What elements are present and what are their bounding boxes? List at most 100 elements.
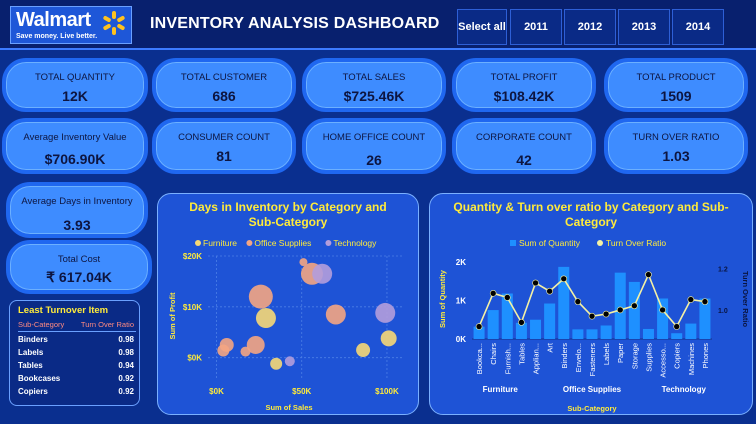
- row-ratio: 0.92: [118, 374, 134, 383]
- combo-x-tick-label: Furnish...: [503, 343, 512, 374]
- table-row: Copiers 0.92: [18, 387, 136, 396]
- combo-line-point[interactable]: [574, 298, 582, 305]
- combo-line-point[interactable]: [687, 296, 695, 303]
- combo-x-tick-label: Supplies: [644, 343, 653, 372]
- scatter-point[interactable]: [248, 284, 273, 309]
- combo-line-point[interactable]: [645, 271, 652, 278]
- kpi-turn-over-ratio: TURN OVER RATIO 1.03: [604, 118, 748, 174]
- combo-bar[interactable]: [530, 319, 542, 339]
- scatter-point[interactable]: [312, 263, 333, 284]
- scatter-chart: Furniture Office Supplies Technology Sum o…: [168, 238, 404, 412]
- combo-x-tick-label: Art: [546, 342, 555, 353]
- combo-bar[interactable]: [642, 328, 654, 339]
- filter-select-all-button[interactable]: Select all: [457, 9, 507, 45]
- brand-name: Walmart: [16, 9, 91, 31]
- legend-label: Turn Over Ratio: [606, 238, 666, 248]
- kpi-value: 42: [516, 152, 532, 168]
- combo-line-point[interactable]: [673, 323, 681, 330]
- scatter-x-tick-label: $50K: [292, 387, 311, 396]
- scatter-point[interactable]: [217, 344, 230, 357]
- combo-bar[interactable]: [657, 298, 669, 340]
- combo-bar[interactable]: [572, 329, 584, 339]
- combo-x-tick-label: Bookca...: [475, 343, 484, 374]
- scatter-point[interactable]: [255, 308, 276, 329]
- row-ratio: 0.98: [118, 335, 134, 344]
- combo-line-point[interactable]: [560, 275, 568, 283]
- combo-y-tick-label: 1K: [456, 296, 466, 305]
- combo-bar[interactable]: [600, 325, 612, 340]
- brand-tagline: Save money. Live better.: [16, 33, 98, 40]
- combo-y2-tick-label: 1.2: [718, 266, 728, 273]
- row-subcategory: Copiers: [18, 387, 48, 396]
- combo-line-point[interactable]: [503, 294, 511, 301]
- scatter-point[interactable]: [299, 258, 308, 267]
- legend-label: Technology: [333, 238, 377, 248]
- kpi-label: TOTAL SALES: [342, 72, 406, 83]
- legend-marker: [510, 240, 516, 246]
- combo-line-point[interactable]: [602, 310, 610, 318]
- filter-2014-button[interactable]: 2014: [672, 9, 724, 45]
- combo-bar[interactable]: [628, 281, 640, 339]
- kpi-total-profit: TOTAL PROFIT $108.42K: [452, 58, 596, 112]
- kpi-total-sales: TOTAL SALES $725.46K: [302, 58, 446, 112]
- combo-line-point[interactable]: [701, 298, 709, 305]
- combo-line-point[interactable]: [489, 290, 497, 297]
- scatter-chart-panel: Days in Inventory by Category and Sub-Ca…: [157, 193, 419, 415]
- kpi-label: TOTAL CUSTOMER: [180, 72, 268, 83]
- combo-bar[interactable]: [586, 329, 598, 339]
- scatter-point[interactable]: [325, 304, 346, 325]
- combo-chart-panel: Quantity & Turn over ratio by Category a…: [429, 193, 753, 415]
- combo-group-label: Furniture: [483, 385, 519, 394]
- scatter-y-tick-label: $0K: [187, 354, 202, 363]
- combo-bar[interactable]: [487, 310, 499, 339]
- table-row: Labels 0.98: [18, 348, 136, 357]
- column-header-ratio[interactable]: Turn Over Ratio: [81, 320, 134, 329]
- filter-2011-button[interactable]: 2011: [510, 9, 562, 45]
- combo-line-point[interactable]: [546, 287, 553, 295]
- combo-line-point[interactable]: [659, 306, 666, 314]
- kpi-label: TURN OVER RATIO: [632, 132, 720, 143]
- kpi-total-cost: Total Cost ₹ 617.04K: [6, 240, 152, 294]
- kpi-label: Average Days in Inventory: [21, 196, 133, 207]
- kpi-consumer-count: CONSUMER COUNT 81: [152, 118, 296, 174]
- scatter-point[interactable]: [380, 330, 397, 347]
- combo-x-tick-label: Fasteners: [588, 343, 597, 377]
- combo-line-point[interactable]: [475, 323, 483, 330]
- walmart-logo: Walmart Save money. Live better.: [10, 6, 132, 44]
- combo-y-axis-label: Sum of Quantity: [438, 269, 447, 328]
- column-header-subcategory[interactable]: Sub-Category: [18, 320, 64, 329]
- combo-x-tick-label: Machines: [687, 343, 696, 375]
- scatter-point[interactable]: [356, 343, 371, 358]
- scatter-point[interactable]: [375, 302, 396, 323]
- kpi-label: TOTAL QUANTITY: [34, 72, 116, 83]
- kpi-label: Total Cost: [57, 254, 101, 265]
- filter-2012-button[interactable]: 2012: [564, 9, 616, 45]
- combo-line-point[interactable]: [616, 306, 624, 314]
- scatter-points: [217, 258, 397, 370]
- scatter-point[interactable]: [284, 356, 295, 367]
- table-divider: [18, 331, 136, 332]
- scatter-point[interactable]: [270, 357, 283, 370]
- row-subcategory: Binders: [18, 335, 48, 344]
- combo-line-point[interactable]: [588, 312, 596, 320]
- combo-bar[interactable]: [671, 333, 683, 339]
- combo-x-tick-label: Chairs: [489, 343, 498, 365]
- combo-bar[interactable]: [544, 303, 556, 339]
- combo-line-point[interactable]: [518, 319, 525, 326]
- kpi-value: 3.93: [63, 217, 91, 233]
- scatter-legend: Furniture Office Supplies Technology: [195, 238, 377, 248]
- combo-x-tick-label: Envelo...: [574, 343, 583, 372]
- row-ratio: 0.92: [118, 387, 134, 396]
- kpi-value: $706.90K: [44, 151, 106, 167]
- scatter-x-tick-label: $0K: [209, 387, 224, 396]
- least-turnover-table: Least Turnover Item Sub-Category Turn Ov…: [9, 300, 140, 406]
- scatter-x-axis-label: Sum of Sales: [265, 403, 312, 412]
- combo-line-point[interactable]: [631, 302, 638, 310]
- combo-line-point[interactable]: [532, 279, 539, 287]
- kpi-value: 1509: [660, 88, 692, 104]
- scatter-point[interactable]: [246, 335, 265, 354]
- scatter-y-tick-label: $10K: [183, 303, 202, 312]
- combo-bar[interactable]: [614, 272, 626, 339]
- combo-bar[interactable]: [685, 323, 697, 339]
- filter-2013-button[interactable]: 2013: [618, 9, 670, 45]
